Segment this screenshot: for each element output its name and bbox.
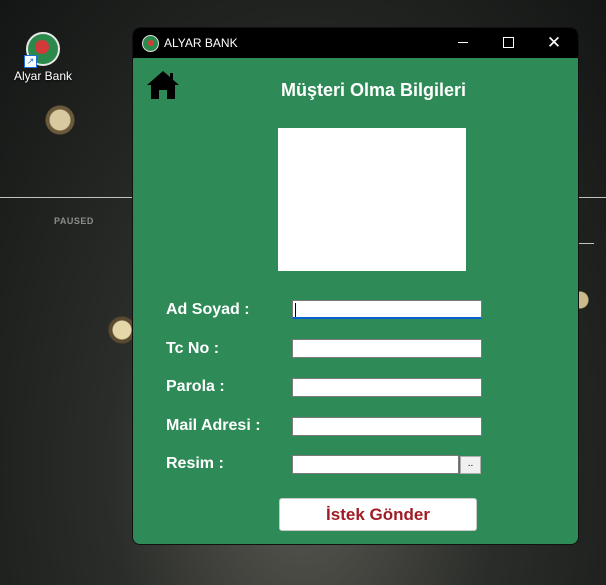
desktop-shortcut-label: Alyar Bank (13, 69, 73, 83)
image-path-input[interactable] (292, 455, 459, 474)
shortcut-arrow-icon: ↗ (24, 55, 37, 68)
full-name-label: Ad Soyad : (166, 301, 250, 318)
background-line (578, 243, 594, 244)
maximize-button[interactable] (485, 28, 531, 58)
email-input[interactable] (292, 417, 482, 436)
wallpaper-paused-text: PAUSED (54, 216, 94, 226)
app-window: ALYAR BANK ✕ Müşteri Olma Bilgileri Ad S… (133, 28, 578, 544)
form-title: Müşteri Olma Bilgileri (280, 80, 467, 100)
browse-image-button[interactable]: .. (460, 456, 481, 474)
window-title: ALYAR BANK (164, 36, 238, 50)
minimize-button[interactable] (440, 28, 486, 58)
photo-preview (278, 128, 466, 271)
email-label: Mail Adresi : (166, 417, 261, 434)
background-line (578, 197, 606, 198)
password-input[interactable] (292, 378, 482, 397)
minimize-icon (458, 42, 468, 43)
tc-no-label: Tc No : (166, 340, 220, 357)
submit-request-button[interactable]: İstek Gönder (279, 498, 477, 531)
alyar-bank-app-icon: ↗ (24, 32, 60, 68)
password-label: Parola : (166, 378, 225, 395)
full-name-input[interactable] (292, 300, 482, 319)
desktop-shortcut-alyar-bank[interactable]: ↗ Alyar Bank (10, 32, 76, 83)
app-icon (142, 35, 159, 52)
text-caret (295, 303, 296, 317)
background-line (0, 197, 133, 198)
close-icon: ✕ (546, 33, 562, 52)
maximize-icon (503, 37, 514, 48)
image-label: Resim : (166, 455, 224, 472)
title-bar[interactable]: ALYAR BANK ✕ (133, 28, 578, 58)
close-button[interactable]: ✕ (531, 28, 577, 58)
tc-no-input[interactable] (292, 339, 482, 358)
